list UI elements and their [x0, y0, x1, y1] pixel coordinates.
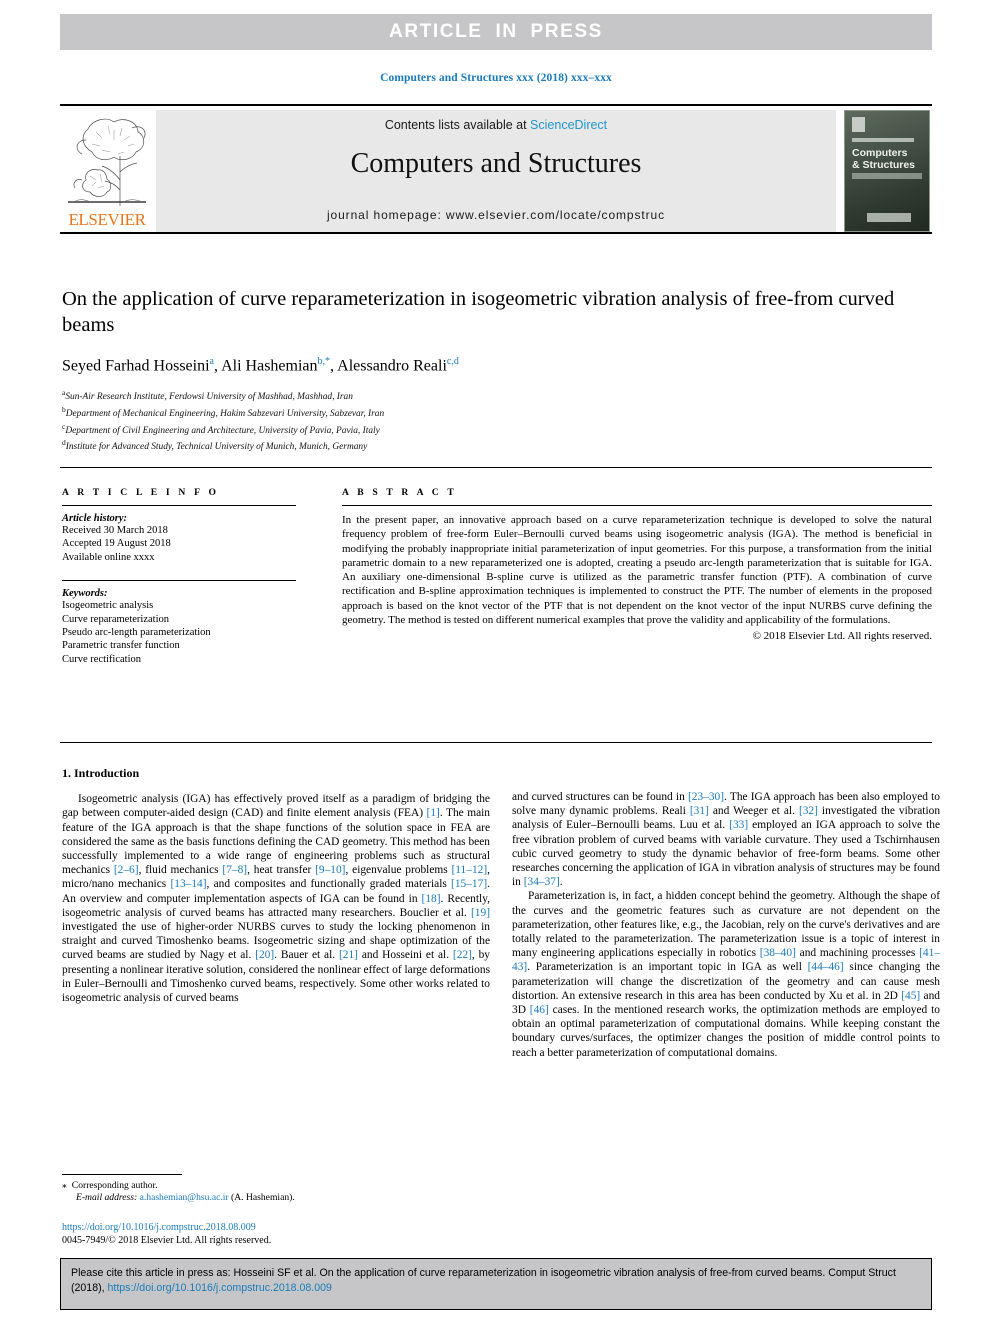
affiliation-text: Institute for Advanced Study, Technical … — [65, 442, 368, 453]
body-column-left: 1. Introduction Isogeometric analysis (I… — [62, 766, 490, 1005]
abstract-copyright: © 2018 Elsevier Ltd. All rights reserved… — [752, 630, 932, 643]
cover-crest-icon — [852, 117, 865, 132]
journal-masthead: ELSEVIER Contents lists available at Sci… — [60, 104, 932, 234]
issn-copyright-line: 0045-7949/© 2018 Elsevier Ltd. All right… — [62, 1235, 272, 1246]
article-history-label: Article history: — [62, 513, 128, 524]
article-in-press-banner: ARTICLE IN PRESS — [60, 14, 932, 50]
affiliation-item: dInstitute for Advanced Study, Technical… — [62, 437, 932, 454]
article-info-rule — [62, 505, 296, 506]
affiliation-item: cDepartment of Civil Engineering and Arc… — [62, 421, 932, 438]
journal-homepage-link[interactable]: journal homepage: www.elsevier.com/locat… — [156, 208, 836, 222]
keywords-label: Keywords: — [62, 588, 108, 600]
body-column-right: and curved structures can be found in [2… — [512, 790, 940, 1060]
article-info-heading: A R T I C L E I N F O — [62, 487, 220, 498]
keyword-item: Curve rectification — [62, 653, 142, 665]
doi-link[interactable]: https://doi.org/10.1016/j.compstruc.2018… — [62, 1221, 502, 1234]
email-link[interactable]: a.hashemian@hsu.ac.ir — [140, 1192, 229, 1203]
abstract-column: A B S T R A C T In the present paper, an… — [342, 487, 932, 642]
keywords-rule — [62, 580, 296, 582]
elsevier-tree-icon — [68, 118, 146, 206]
email-line: E-mail address: a.hashemian@hsu.ac.ir (A… — [62, 1192, 490, 1204]
corresponding-author-text: Corresponding author. — [71, 1180, 158, 1191]
article-history-online: Available online xxxx — [62, 551, 155, 563]
doi-block: https://doi.org/10.1016/j.compstruc.2018… — [62, 1221, 502, 1247]
citation-footer-text: Please cite this article in press as: Ho… — [71, 1266, 921, 1296]
affiliation-text: Department of Mechanical Engineering, Ha… — [65, 409, 385, 420]
affiliation-item: bDepartment of Mechanical Engineering, H… — [62, 404, 932, 421]
author-list: Seyed Farhad Hosseinia, Ali Hashemianb,*… — [62, 356, 459, 375]
keyword-item: Curve reparameterization — [62, 613, 169, 625]
masthead-center-panel: Contents lists available at ScienceDirec… — [156, 110, 836, 232]
cover-blurb-bar — [852, 173, 922, 179]
affiliation-item: aSun-Air Research Institute, Ferdowsi Un… — [62, 387, 932, 404]
elsevier-logo: ELSEVIER — [62, 110, 152, 232]
divider-above-info — [60, 467, 932, 468]
sciencedirect-link[interactable]: ScienceDirect — [530, 118, 607, 132]
paragraph: and curved structures can be found in [2… — [512, 791, 941, 889]
paper-title: On the application of curve reparameteri… — [62, 288, 895, 336]
journal-citation-line: Computers and Structures xxx (2018) xxx–… — [380, 72, 612, 84]
corresponding-author-note: ⁎ Corresponding author. — [62, 1180, 490, 1192]
email-label: E-mail address: — [76, 1192, 138, 1204]
keyword-item: Parametric transfer function — [62, 640, 180, 652]
asterisk-icon: ⁎ — [62, 1180, 67, 1191]
abstract-text: In the present paper, an innovative appr… — [342, 514, 932, 627]
article-in-press-label: ARTICLE IN PRESS — [389, 21, 603, 42]
paragraph: Isogeometric analysis (IGA) has effectiv… — [62, 793, 490, 1005]
citation-doi-link[interactable]: https://doi.org/10.1016/j.compstruc.2018… — [108, 1282, 332, 1294]
email-suffix: (A. Hashemian). — [231, 1192, 295, 1204]
section-title-introduction: 1. Introduction — [62, 766, 140, 780]
affiliation-text: Sun-Air Research Institute, Ferdowsi Uni… — [65, 392, 353, 403]
cover-footer-bar — [867, 213, 911, 222]
cover-title-line1: Computers — [852, 147, 908, 159]
title-block: On the application of curve reparameteri… — [62, 286, 932, 454]
keyword-item: Pseudo arc-length parameterization — [62, 627, 211, 639]
keyword-item: Isogeometric analysis — [62, 600, 154, 612]
paragraph: Parameterization is, in fact, a hidden c… — [512, 890, 940, 1059]
abstract-heading: A B S T R A C T — [342, 487, 457, 498]
footnote-block: ⁎ Corresponding author. E-mail address: a… — [62, 1180, 490, 1205]
journal-title: Computers and Structures — [350, 148, 642, 179]
contents-lists-line: Contents lists available at ScienceDirec… — [156, 118, 836, 132]
article-info-column: A R T I C L E I N F O Article history: R… — [62, 487, 296, 666]
abstract-rule — [342, 505, 932, 506]
citation-footer-box: Please cite this article in press as: Ho… — [60, 1258, 932, 1310]
elsevier-wordmark: ELSEVIER — [68, 210, 146, 229]
article-history-accepted: Accepted 19 August 2018 — [62, 538, 171, 550]
footnote-rule — [62, 1174, 182, 1175]
cover-subtitle-bar — [852, 138, 914, 142]
cover-title-line2: & Structures — [852, 159, 916, 171]
affiliation-text: Department of Civil Engineering and Arch… — [65, 425, 380, 436]
contents-prefix: Contents lists available at — [384, 118, 531, 132]
cover-title: Computers & Structures — [852, 147, 926, 171]
journal-cover-thumbnail: Computers & Structures — [844, 110, 930, 232]
affiliation-list: aSun-Air Research Institute, Ferdowsi Un… — [62, 387, 932, 454]
article-history-received: Received 30 March 2018 — [62, 525, 168, 536]
divider-above-body — [60, 742, 932, 743]
